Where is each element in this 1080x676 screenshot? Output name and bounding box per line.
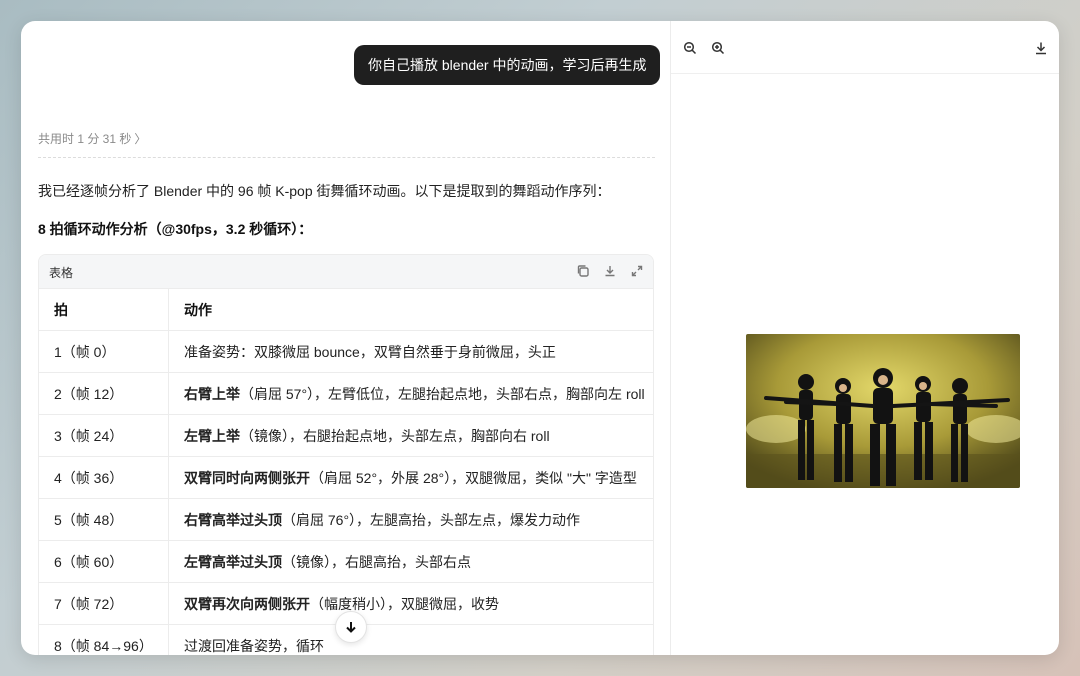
cell-beat: 8（帧 84→96）	[39, 624, 169, 655]
cell-action: 右臂高举过头顶（肩屈 76°），左腿高抬，头部左点，爆发力动作	[168, 498, 653, 541]
viewer-toolbar	[671, 21, 1059, 74]
cell-action-text: 准备姿势：双膝微屈 bounce，双臂自然垂于身前微屈，头正	[184, 343, 556, 360]
cell-action: 左臂高举过头顶（镜像），右腿高抬，头部右点	[168, 540, 653, 583]
preview-panel	[671, 21, 1059, 655]
cell-action: 右臂上举（肩屈 57°），左臂低位，左腿抬起点地，头部右点，胸部向左 roll	[168, 372, 653, 415]
arrow-down-icon	[346, 622, 356, 633]
table-label: 表格	[49, 266, 74, 280]
assistant-subheading: 8 拍循环动作分析（@30fps，3.2 秒循环）：	[38, 221, 313, 237]
cell-action-bold: 左臂上举	[184, 427, 240, 444]
cell-action: 过渡回准备姿势，循环	[168, 624, 653, 655]
cell-action-text: （肩屈 76°），左腿高抬，头部左点，爆发力动作	[282, 511, 581, 528]
cell-action-bold: 左臂高举过头顶	[184, 553, 282, 570]
cell-action: 双臂再次向两侧张开（幅度稍小），双腿微屈，收势	[168, 582, 653, 625]
cell-beat: 2（帧 12）	[39, 372, 169, 415]
table-row: 3（帧 24） 左臂上举（镜像），右腿抬起点地，头部左点，胸部向右 roll	[39, 414, 653, 457]
table-row: 5（帧 48） 右臂高举过头顶（肩屈 76°），左腿高抬，头部左点，爆发力动作	[39, 498, 653, 541]
header-beat: 拍	[39, 289, 169, 331]
cell-beat: 4（帧 36）	[39, 456, 169, 499]
table-toolbar: 表格	[39, 255, 653, 289]
table-row: 6（帧 60） 左臂高举过头顶（镜像），右腿高抬，头部右点	[39, 540, 653, 583]
cell-action-text: （肩屈 52°，外展 28°），双腿微屈，类似 "大" 字造型	[310, 469, 637, 486]
cell-beat: 6（帧 60）	[39, 540, 169, 583]
separator	[38, 157, 655, 158]
cell-beat: 3（帧 24）	[39, 414, 169, 457]
table-card: 表格 拍 动作 1（帧 0） 准备姿势：双膝微屈 bounce，双臂自然垂于身前…	[38, 254, 654, 655]
cell-action-text: 过渡回准备姿势，循环	[184, 637, 324, 654]
dance-preview-image[interactable]	[746, 334, 1020, 488]
table-row: 1（帧 0） 准备姿势：双膝微屈 bounce，双臂自然垂于身前微屈，头正	[39, 330, 653, 373]
user-message-bubble: 你自己播放 blender 中的动画，学习后再生成	[354, 45, 661, 85]
expand-icon[interactable]	[628, 262, 645, 279]
copy-icon[interactable]	[574, 262, 591, 279]
cell-action-text: （镜像），右腿抬起点地，头部左点，胸部向右 roll	[240, 427, 550, 444]
cell-action-bold: 右臂上举	[184, 385, 240, 402]
dance-sequence-table: 拍 动作 1（帧 0） 准备姿势：双膝微屈 bounce，双臂自然垂于身前微屈，…	[39, 289, 653, 655]
table-row: 4（帧 36） 双臂同时向两侧张开（肩屈 52°，外展 28°），双腿微屈，类似…	[39, 456, 653, 499]
cell-action-text: （肩屈 57°），左臂低位，左腿抬起点地，头部右点，胸部向左 roll	[240, 385, 645, 402]
cell-action-bold: 双臂再次向两侧张开	[184, 595, 310, 612]
table-header-row: 拍 动作	[39, 289, 653, 331]
scroll-down-button[interactable]	[335, 611, 367, 643]
assistant-intro-text: 我已经逐帧分析了 Blender 中的 96 帧 K-pop 街舞循环动画。以下…	[38, 183, 611, 199]
cell-beat: 1（帧 0）	[39, 330, 169, 373]
dance-group-photo	[746, 334, 1020, 488]
table-row: 2（帧 12） 右臂上举（肩屈 57°），左臂低位，左腿抬起点地，头部右点，胸部…	[39, 372, 653, 415]
download-icon[interactable]	[1034, 41, 1050, 57]
elapsed-time-label: 共用时 1 分 31 秒	[38, 132, 132, 146]
cell-beat: 7（帧 72）	[39, 582, 169, 625]
elapsed-time-toggle[interactable]: 共用时 1 分 31 秒〉	[38, 130, 146, 147]
cell-action: 左臂上举（镜像），右腿抬起点地，头部左点，胸部向右 roll	[168, 414, 653, 457]
chat-panel: 你自己播放 blender 中的动画，学习后再生成 共用时 1 分 31 秒〉 …	[21, 21, 670, 655]
cell-action-bold: 右臂高举过头顶	[184, 511, 282, 528]
header-action: 动作	[168, 289, 653, 331]
cell-action: 准备姿势：双膝微屈 bounce，双臂自然垂于身前微屈，头正	[168, 330, 653, 373]
download-icon[interactable]	[601, 262, 618, 279]
cell-action: 双臂同时向两侧张开（肩屈 52°，外展 28°），双腿微屈，类似 "大" 字造型	[168, 456, 653, 499]
cell-action-bold: 双臂同时向两侧张开	[184, 469, 310, 486]
zoom-in-icon[interactable]	[711, 41, 727, 57]
cell-action-text: （镜像），右腿高抬，头部右点	[282, 553, 471, 570]
cell-beat: 5（帧 48）	[39, 498, 169, 541]
cell-action-text: （幅度稍小），双腿微屈，收势	[310, 595, 499, 612]
zoom-out-icon[interactable]	[683, 41, 699, 57]
chevron-right-icon: 〉	[134, 132, 147, 146]
app-window: 你自己播放 blender 中的动画，学习后再生成 共用时 1 分 31 秒〉 …	[21, 21, 1059, 655]
